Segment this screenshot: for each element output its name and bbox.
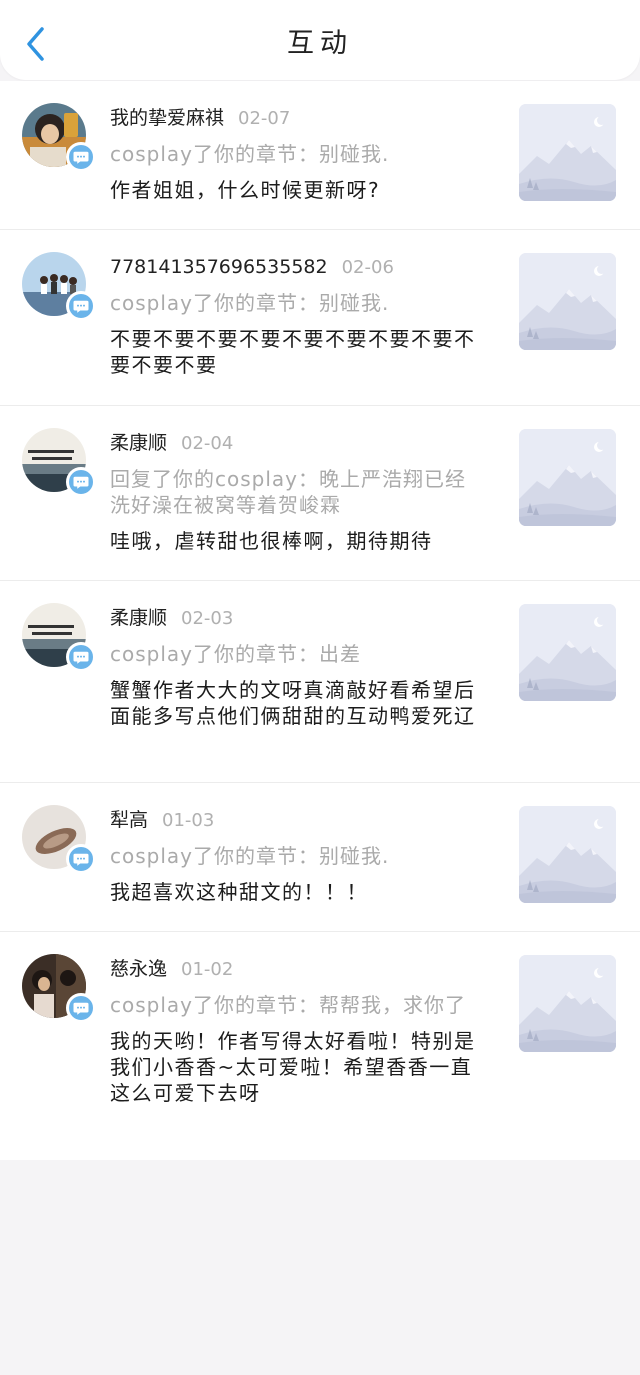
message-badge <box>66 642 96 672</box>
avatar[interactable] <box>22 805 96 874</box>
list-item[interactable]: 778141357696535582 02-06 cosplay了你的章节：别碰我… <box>0 230 640 406</box>
message-badge <box>66 467 96 497</box>
message-text: 哇哦，虐转甜也很棒啊，期待期待 <box>110 529 433 553</box>
thumbnail[interactable] <box>519 253 616 350</box>
mountain-placeholder-icon <box>519 253 616 350</box>
message-text: 我超喜欢这种甜文的！！！ <box>110 880 368 904</box>
quoted-chapter: cosplay了你的章节：别碰我. <box>110 142 390 166</box>
list-item[interactable]: 慈永逸 01-02 cosplay了你的章节：帮帮我，求你了 我的天哟！作者写得太… <box>0 932 640 1160</box>
avatar[interactable] <box>22 428 96 497</box>
message-badge <box>66 142 96 172</box>
username[interactable]: 慈永逸 <box>110 958 167 980</box>
timestamp: 02-07 <box>238 108 291 129</box>
quoted-chapter: cosplay了你的章节：帮帮我，求你了 <box>110 993 466 1017</box>
thumbnail[interactable] <box>519 955 616 1052</box>
message-text: 我的天哟！作者写得太好看啦！特别是我们小香香~太可爱啦！希望香香一直这么可爱下去… <box>110 1029 476 1105</box>
username[interactable]: 柔康顺 <box>110 607 167 629</box>
mountain-placeholder-icon <box>519 429 616 526</box>
message-bubble-icon <box>72 850 90 868</box>
message-badge <box>66 993 96 1023</box>
interaction-list: 我的挚爱麻祺 02-07 cosplay了你的章节：别碰我. 作者姐姐，什么时候更… <box>0 81 640 1160</box>
message-text: 蟹蟹作者大大的文呀真滴敲好看希望后面能多写点他们俩甜甜的互动鸭爱死辽 <box>110 678 476 728</box>
message-bubble-icon <box>72 999 90 1017</box>
username[interactable]: 犁高 <box>110 809 148 831</box>
list-item[interactable]: 我的挚爱麻祺 02-07 cosplay了你的章节：别碰我. 作者姐姐，什么时候更… <box>0 81 640 230</box>
username[interactable]: 我的挚爱麻祺 <box>110 107 224 129</box>
avatar[interactable] <box>22 252 96 321</box>
quoted-chapter: cosplay了你的章节：出差 <box>110 642 361 666</box>
list-item[interactable]: 犁高 01-03 cosplay了你的章节：别碰我. 我超喜欢这种甜文的！！！ <box>0 783 640 932</box>
avatar[interactable] <box>22 103 96 172</box>
message-text: 不要不要不要不要不要不要不要不要不要不要不要 <box>110 327 476 377</box>
avatar[interactable] <box>22 603 96 672</box>
thumbnail[interactable] <box>519 104 616 201</box>
timestamp: 01-03 <box>162 810 215 831</box>
thumbnail[interactable] <box>519 806 616 903</box>
avatar[interactable] <box>22 954 96 1023</box>
message-bubble-icon <box>72 297 90 315</box>
timestamp: 02-06 <box>341 257 394 278</box>
thumbnail[interactable] <box>519 429 616 526</box>
mountain-placeholder-icon <box>519 806 616 903</box>
timestamp: 01-02 <box>181 959 234 980</box>
message-badge <box>66 291 96 321</box>
quoted-chapter: 回复了你的cosplay：晚上严浩翔已经洗好澡在被窝等着贺峻霖 <box>110 467 466 517</box>
mountain-placeholder-icon <box>519 104 616 201</box>
list-item[interactable]: 柔康顺 02-04 回复了你的cosplay：晚上严浩翔已经洗好澡在被窝等着贺峻霖… <box>0 406 640 581</box>
thumbnail[interactable] <box>519 604 616 701</box>
mountain-placeholder-icon <box>519 955 616 1052</box>
username[interactable]: 柔康顺 <box>110 432 167 454</box>
message-bubble-icon <box>72 148 90 166</box>
quoted-chapter: cosplay了你的章节：别碰我. <box>110 291 390 315</box>
page-title: 互动 <box>287 28 353 59</box>
message-badge <box>66 844 96 874</box>
message-bubble-icon <box>72 648 90 666</box>
timestamp: 02-04 <box>181 433 234 454</box>
top-bar: 互动 <box>0 0 640 80</box>
timestamp: 02-03 <box>181 608 234 629</box>
username[interactable]: 778141357696535582 <box>110 256 328 278</box>
list-item[interactable]: 柔康顺 02-03 cosplay了你的章节：出差 蟹蟹作者大大的文呀真滴敲好看希… <box>0 581 640 783</box>
mountain-placeholder-icon <box>519 604 616 701</box>
message-text: 作者姐姐，什么时候更新呀? <box>110 178 381 202</box>
message-bubble-icon <box>72 473 90 491</box>
quoted-chapter: cosplay了你的章节：别碰我. <box>110 844 390 868</box>
